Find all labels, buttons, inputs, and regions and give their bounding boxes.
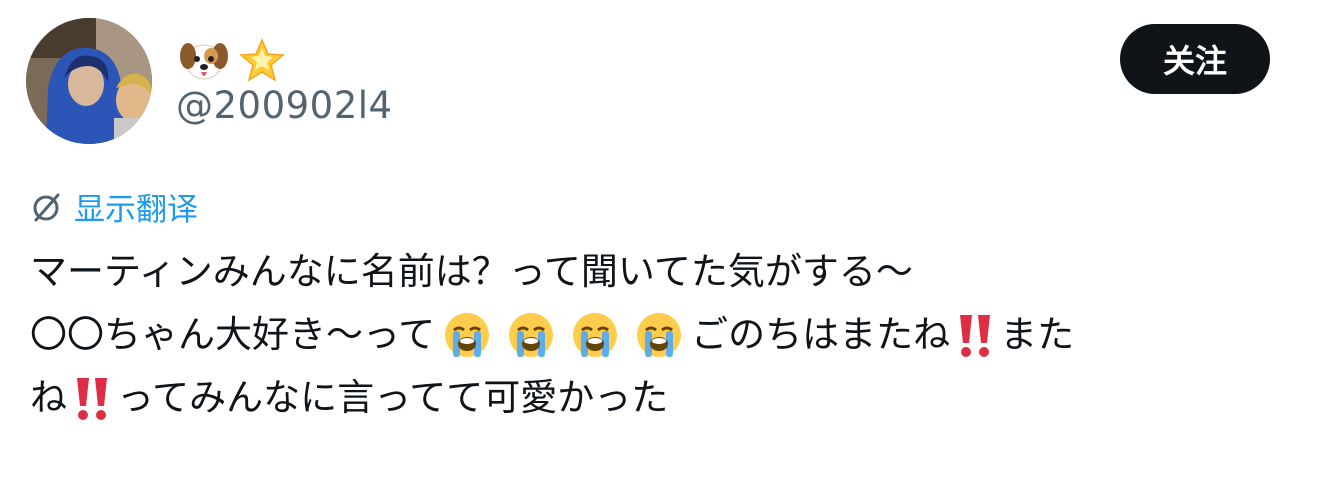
tweet-text-segment: ごのちはまたね: [691, 313, 951, 356]
tweet-card: @200902l4 关注 显示翻译 マーティンみんなに名前は？って聞いてた気がす…: [0, 0, 1320, 499]
avatar[interactable]: [26, 18, 152, 144]
dog-face-icon: [178, 34, 230, 86]
tweet-text-segment: ね: [30, 376, 67, 419]
loudly-crying-face-icon: [569, 309, 621, 361]
user-handle[interactable]: @200902l4: [176, 84, 393, 127]
tweet-text: マーティンみんなに名前は？って聞いてた気がする～ 〇〇ちゃん大好き～って ごのち…: [30, 240, 1270, 429]
tweet-text-segment: マーティンみんなに名前は？って聞いてた気がする～: [30, 250, 913, 293]
show-translation-link[interactable]: 显示翻译: [28, 184, 198, 229]
display-name[interactable]: [178, 34, 288, 86]
show-translation-label: 显示翻译: [74, 192, 198, 228]
follow-button[interactable]: 关注: [1120, 24, 1270, 94]
glowing-star-icon: [236, 34, 288, 86]
double-exclamation-icon: [71, 372, 113, 424]
tweet-line-1: マーティンみんなに名前は？って聞いてた気がする～: [30, 240, 1270, 303]
tweet-text-segment: また: [1000, 313, 1075, 356]
avatar-photo: [26, 18, 152, 144]
loudly-crying-face-icon: [505, 309, 557, 361]
double-exclamation-icon: [954, 309, 996, 361]
loudly-crying-face-icon: [633, 309, 685, 361]
tweet-line-2: 〇〇ちゃん大好き～って ごのちはまたね また: [30, 303, 1270, 366]
tweet-line-3: ね ってみんなに言ってて可愛かった: [30, 366, 1270, 429]
loudly-crying-face-icon: [441, 309, 493, 361]
tweet-text-segment: ってみんなに言ってて可愛かった: [117, 376, 669, 419]
translate-icon: [28, 189, 64, 225]
tweet-text-segment: 〇〇ちゃん大好き～って: [30, 313, 436, 356]
